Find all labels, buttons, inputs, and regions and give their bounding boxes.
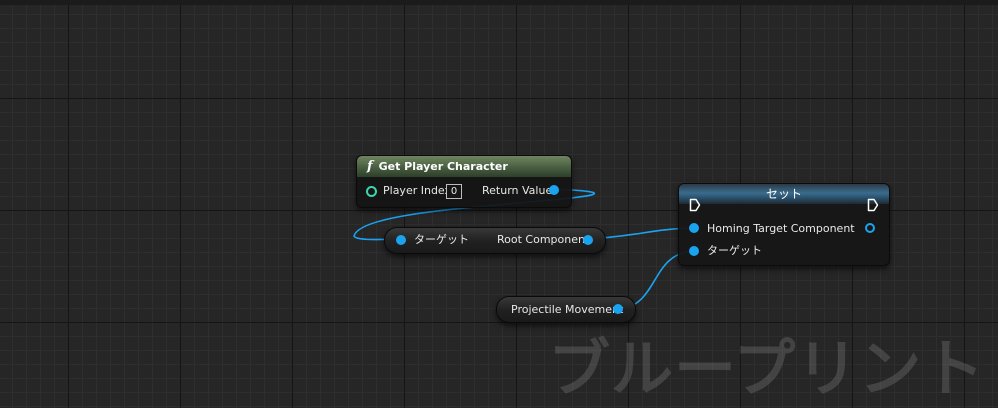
node-header[interactable]: f Get Player Character [357,156,571,177]
projectile-movement-output-pin[interactable] [613,304,623,314]
root-component-output-pin[interactable] [583,235,593,245]
homing-target-output-pin[interactable] [865,223,875,233]
root-component-getter-node[interactable]: ターゲット Root Component [384,227,606,254]
get-player-character-node[interactable]: f Get Player Character Player Index 0 Re… [356,155,572,208]
set-node[interactable]: セット Homing Target Component ターゲット [678,183,890,266]
player-index-label: Player Index [383,184,452,197]
blueprint-watermark: ブループリント [548,332,986,405]
target-input-pin[interactable] [396,235,406,245]
target-label: ターゲット [414,233,469,246]
function-icon: f [367,159,373,174]
projectile-movement-label: Projectile Movement [511,303,624,316]
player-index-pin[interactable] [366,186,377,197]
set-node-title: セット [679,184,889,204]
return-value-pin[interactable] [549,185,559,195]
node-title: Get Player Character [378,160,508,173]
exec-in-icon[interactable] [689,198,701,212]
return-value-label: Return Value [482,184,553,197]
player-index-input[interactable]: 0 [446,184,462,199]
set-target-input-pin[interactable] [689,246,699,256]
set-target-label: ターゲット [707,244,762,257]
homing-target-label: Homing Target Component [707,222,855,235]
root-component-label: Root Component [497,233,590,246]
exec-out-icon[interactable] [867,198,879,212]
homing-target-input-pin[interactable] [689,223,699,233]
